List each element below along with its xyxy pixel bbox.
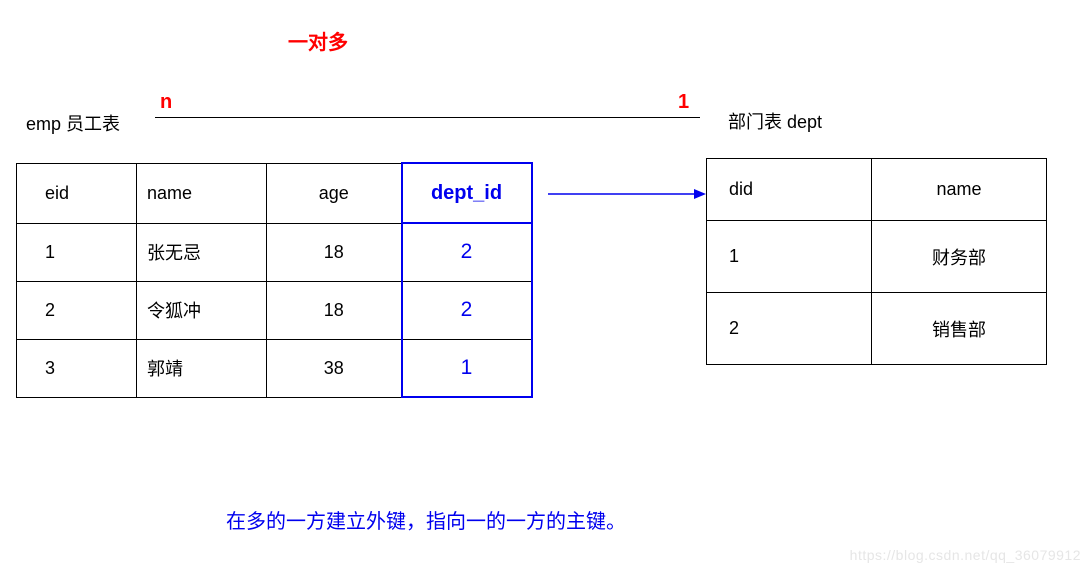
col-header-name: name: [137, 163, 267, 223]
table-row: 1 张无忌 18 2: [17, 223, 532, 281]
cell-dept-name: 销售部: [872, 293, 1047, 365]
cell-age: 18: [267, 223, 402, 281]
cell-eid: 2: [17, 281, 137, 339]
cell-age: 38: [267, 339, 402, 397]
table-row: 2 销售部: [707, 293, 1047, 365]
emp-table-label: emp 员工表: [26, 110, 120, 136]
emp-table: eid name age dept_id 1 张无忌 18 2 2 令狐冲 18…: [16, 162, 533, 398]
col-header-eid: eid: [17, 163, 137, 223]
diagram-footer-note: 在多的一方建立外键，指向一的一方的主键。: [226, 505, 626, 534]
cardinality-one-label: 1: [678, 91, 689, 114]
col-header-dept-name: name: [872, 159, 1047, 221]
cell-dept-id: 2: [402, 223, 532, 281]
cell-did: 1: [707, 221, 872, 293]
cell-name: 郭靖: [137, 339, 267, 397]
table-header-row: did name: [707, 159, 1047, 221]
diagram-title: 一对多: [288, 26, 348, 55]
table-row: 3 郭靖 38 1: [17, 339, 532, 397]
cardinality-n-label: n: [160, 91, 172, 114]
cell-did: 2: [707, 293, 872, 365]
dept-table: did name 1 财务部 2 销售部: [706, 158, 1047, 365]
watermark: https://blog.csdn.net/qq_36079912: [850, 547, 1081, 563]
cell-eid: 1: [17, 223, 137, 281]
cell-dept-id: 1: [402, 339, 532, 397]
table-row: 1 财务部: [707, 221, 1047, 293]
cell-age: 18: [267, 281, 402, 339]
table-header-row: eid name age dept_id: [17, 163, 532, 223]
foreign-key-arrow-icon: [548, 188, 706, 200]
cell-dept-name: 财务部: [872, 221, 1047, 293]
cell-dept-id: 2: [402, 281, 532, 339]
cell-name: 张无忌: [137, 223, 267, 281]
col-header-dept-id: dept_id: [402, 163, 532, 223]
cell-eid: 3: [17, 339, 137, 397]
table-row: 2 令狐冲 18 2: [17, 281, 532, 339]
cell-name: 令狐冲: [137, 281, 267, 339]
relationship-line: [155, 117, 700, 118]
col-header-did: did: [707, 159, 872, 221]
col-header-age: age: [267, 163, 402, 223]
dept-table-label: 部门表 dept: [728, 108, 822, 134]
